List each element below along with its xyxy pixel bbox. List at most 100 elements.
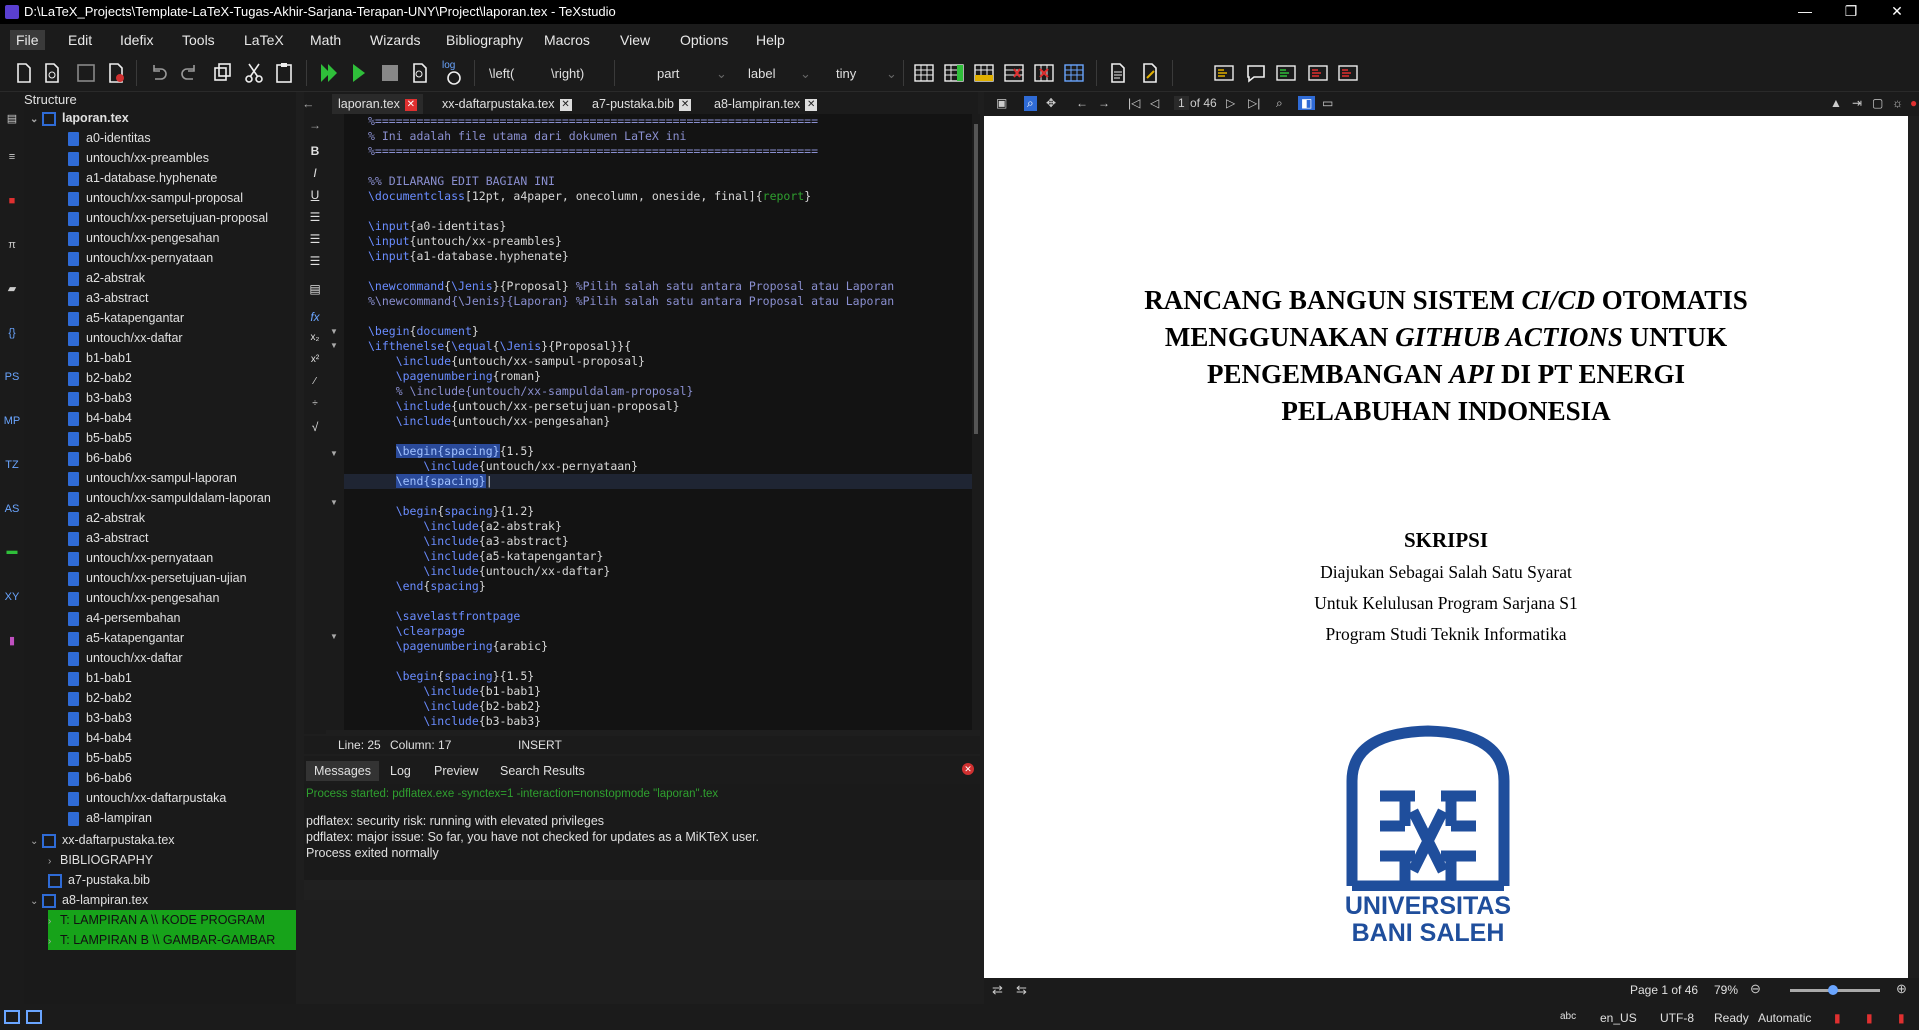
stop-icon[interactable] xyxy=(378,61,402,85)
code-line[interactable]: \ifthenelse{\equal{\Jenis}{Proposal}}{ xyxy=(368,339,631,354)
menu-wizards[interactable]: Wizards xyxy=(364,30,427,50)
tree-item[interactable]: b4-bab4 xyxy=(68,408,132,428)
editor-scrollbar[interactable] xyxy=(972,114,980,730)
pdf-settings-icon[interactable]: ☼ xyxy=(1892,96,1903,110)
code-line[interactable]: \begin{document} xyxy=(368,324,479,339)
asymptote-icon[interactable]: AS xyxy=(3,500,21,518)
tree-lampiran-tex[interactable]: ⌄ a8-lampiran.tex xyxy=(30,890,148,910)
redo-icon[interactable] xyxy=(178,61,202,85)
code-line[interactable]: \include{b2-bab2} xyxy=(368,699,541,714)
tree-item[interactable]: untouch/xx-sampul-proposal xyxy=(68,188,243,208)
close-tab-icon[interactable]: ✕ xyxy=(679,98,692,111)
todo-panel-icon[interactable]: ≡ xyxy=(3,148,21,166)
undo-icon[interactable] xyxy=(146,61,170,85)
pdf-first-page-icon[interactable]: |◁ xyxy=(1128,96,1140,110)
bold-icon[interactable]: B xyxy=(306,144,324,158)
pdf-close-icon[interactable]: ● xyxy=(1910,96,1917,110)
tree-item[interactable]: untouch/xx-sampul-laporan xyxy=(68,468,237,488)
tikz-icon[interactable]: TZ xyxy=(3,456,21,474)
new-file-icon[interactable] xyxy=(12,61,36,85)
braces-icon[interactable]: {} xyxy=(3,324,21,342)
pdf-window-icon[interactable]: ▢ xyxy=(1872,96,1883,110)
tree-item[interactable]: a3-abstract xyxy=(68,528,149,548)
comment-icon[interactable] xyxy=(1244,61,1268,85)
tree-item[interactable]: a1-database.hyphenate xyxy=(68,168,217,188)
code-line[interactable]: \pagenumbering{arabic} xyxy=(368,639,548,654)
xymatrix-icon[interactable]: XY xyxy=(3,588,21,606)
tree-item[interactable]: untouch/xx-persetujuan-ujian xyxy=(68,568,247,588)
tree-item[interactable]: b3-bab3 xyxy=(68,388,132,408)
pdf-collapse-icon[interactable]: ▲ xyxy=(1830,96,1842,110)
menu-file[interactable]: File xyxy=(10,30,45,50)
tree-item[interactable]: untouch/xx-daftar xyxy=(68,648,183,668)
tree-item[interactable]: untouch/xx-pengesahan xyxy=(68,588,219,608)
messages-scrollbar[interactable] xyxy=(304,880,980,900)
tree-item[interactable]: a2-abstrak xyxy=(68,508,145,528)
superscript-icon[interactable]: x² xyxy=(306,354,324,365)
view-pdf-icon[interactable] xyxy=(408,61,432,85)
menu-tools[interactable]: Tools xyxy=(176,30,221,50)
tree-root[interactable]: ⌄ laporan.tex xyxy=(30,108,129,128)
sectioning-chevron-icon[interactable]: ⌄ xyxy=(716,66,727,82)
tab-xx-daftarpustaka[interactable]: xx-daftarpustaka.tex ✕ xyxy=(436,94,578,114)
sqrt-icon[interactable]: √ xyxy=(306,420,324,434)
tree-item[interactable]: b5-bab5 xyxy=(68,428,132,448)
tab-preview[interactable]: Preview xyxy=(426,761,486,781)
right-paren-button[interactable]: \right) xyxy=(551,66,584,81)
close-file-icon[interactable] xyxy=(104,61,128,85)
tree-item[interactable]: untouch/xx-pernyataan xyxy=(68,248,213,268)
menu-math[interactable]: Math xyxy=(304,30,347,50)
newline-icon[interactable]: ▤ xyxy=(306,282,324,296)
code-line[interactable]: \include{untouch/xx-persetujuan-proposal… xyxy=(368,399,680,414)
size-chevron-icon[interactable]: ⌄ xyxy=(886,66,897,82)
tab-a7-pustaka[interactable]: a7-pustaka.bib ✕ xyxy=(586,94,697,114)
code-line[interactable]: \input{a0-identitas} xyxy=(368,219,506,234)
pdf-dock-icon[interactable]: ⇥ xyxy=(1852,96,1862,110)
label-chevron-icon[interactable]: ⌄ xyxy=(800,66,811,82)
code-line[interactable]: % \include{untouch/xx-sampuldalam-propos… xyxy=(368,384,694,399)
menu-edit[interactable]: Edit xyxy=(62,30,98,50)
menu-bibliography[interactable]: Bibliography xyxy=(440,30,529,50)
code-line[interactable]: \include{untouch/xx-pengesahan} xyxy=(368,414,611,429)
align-right-icon[interactable]: ☰ xyxy=(306,254,324,268)
tree-item[interactable]: b1-bab1 xyxy=(68,348,132,368)
code-line[interactable]: \include{b3-bab3} xyxy=(368,714,541,729)
fold-arrow-icon[interactable]: ▼ xyxy=(330,341,338,350)
code-line[interactable]: %=======================================… xyxy=(368,144,818,159)
tree-item[interactable]: a2-abstrak xyxy=(68,268,145,288)
code-line[interactable]: \end{spacing}| xyxy=(344,474,972,489)
table-align-icon[interactable] xyxy=(1062,61,1086,85)
tree-item[interactable]: b2-bab2 xyxy=(68,688,132,708)
label-dropdown[interactable]: label xyxy=(748,66,775,81)
tree-lampiran-a[interactable]: › T: LAMPIRAN A \\ KODE PROGRAM xyxy=(48,910,296,930)
bookmark-red-icon[interactable]: ▮ xyxy=(1898,1011,1905,1025)
tree-xx-daftarpustaka[interactable]: ⌄ xx-daftarpustaka.tex xyxy=(30,830,175,850)
fold-arrow-icon[interactable]: ▼ xyxy=(330,632,338,641)
pdf-page[interactable]: RANCANG BANGUN SISTEM CI/CD OTOMATIS MEN… xyxy=(984,116,1908,978)
tree-item[interactable]: b6-bab6 xyxy=(68,768,132,788)
tab-laporan[interactable]: laporan.tex ✕ xyxy=(332,94,423,114)
code-line[interactable]: %\newcommand{\Jenis}{Laporan} %Pilih sal… xyxy=(368,294,894,309)
language-selector[interactable]: en_US xyxy=(1600,1011,1637,1025)
code-line[interactable]: \input{a1-database.hyphenate} xyxy=(368,249,569,264)
strike-box-icon[interactable] xyxy=(1306,61,1330,85)
pdf-last-page-icon[interactable]: ▷| xyxy=(1248,96,1260,110)
encoding-selector[interactable]: UTF-8 xyxy=(1660,1011,1694,1025)
code-line[interactable]: \include{b1-bab1} xyxy=(368,684,541,699)
toggle-messages-icon[interactable] xyxy=(26,1010,42,1024)
pdf-page-input[interactable]: 1 xyxy=(1174,96,1189,110)
fold-arrow-icon[interactable]: ▼ xyxy=(330,449,338,458)
align-left-icon[interactable]: ☰ xyxy=(306,210,324,224)
menu-options[interactable]: Options xyxy=(674,30,734,50)
paste-icon[interactable] xyxy=(272,61,296,85)
tree-item[interactable]: untouch/xx-pernyataan xyxy=(68,548,213,568)
bookmark-red-icon[interactable]: ▮ xyxy=(1866,1011,1873,1025)
fold-arrow-icon[interactable]: ▼ xyxy=(330,498,338,507)
close-tab-icon[interactable]: ✕ xyxy=(559,98,572,111)
new-from-template-icon[interactable] xyxy=(40,61,64,85)
save-icon[interactable] xyxy=(74,61,98,85)
tree-item[interactable]: a8-lampiran xyxy=(68,808,152,828)
view-log-icon[interactable] xyxy=(442,66,466,90)
code-line[interactable]: \include{a2-abstrak} xyxy=(368,519,561,534)
text-box-icon[interactable] xyxy=(1212,61,1236,85)
